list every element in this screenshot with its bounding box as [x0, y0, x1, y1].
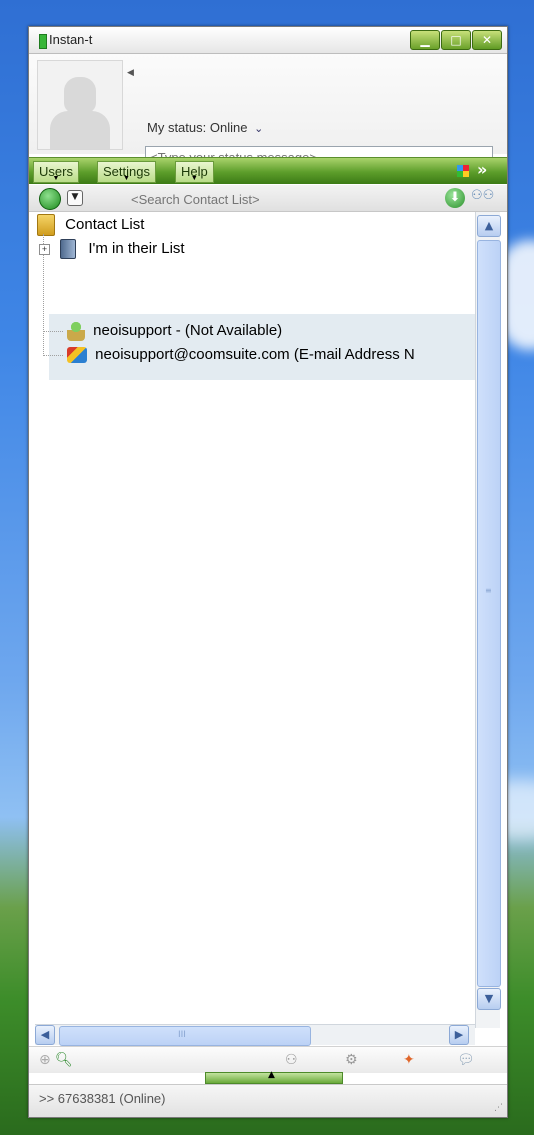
- scroll-right-button[interactable]: ▶: [449, 1025, 469, 1045]
- status-away-icon: [67, 321, 85, 342]
- instant-messenger-window: Instan-t ▁ □ ✕ ◀ My status: Online ⌄ Use…: [28, 26, 508, 1118]
- group-label: I'm in their List: [88, 240, 185, 257]
- status-prefix: My status:: [147, 120, 207, 135]
- bottom-toolbar: ⊕ 🔍︎ ⚇ ⚙ ✦ 💬︎: [29, 1046, 507, 1073]
- contact-row[interactable]: neoisupport - (Not Available): [67, 320, 282, 342]
- contact-label: neoisupport@coomsuite.com (E-mail Addres…: [95, 346, 415, 363]
- window-title: Instan-t: [49, 32, 93, 47]
- panel-splitter[interactable]: ▲: [205, 1070, 343, 1084]
- menu-help[interactable]: Help ▼: [175, 161, 214, 183]
- search-icon[interactable]: 🔍︎: [55, 1050, 73, 1070]
- search-options-dropdown-icon[interactable]: ▼: [67, 190, 83, 206]
- account-status-text: >> 67638381 (Online): [39, 1091, 166, 1106]
- expand-up-icon: ▲: [268, 1070, 275, 1080]
- contact-list-root[interactable]: Contact List: [37, 214, 145, 237]
- menu-settings[interactable]: Settings ▼: [97, 161, 156, 183]
- chat-bubble-icon[interactable]: 💬︎: [457, 1050, 475, 1070]
- tree-group-im-in-their-list[interactable]: + I'm in their List: [39, 238, 185, 260]
- scroll-down-button[interactable]: ▼: [477, 988, 501, 1010]
- menu-bar: Users ▼ Settings ▼ Help ▼ »: [29, 157, 507, 184]
- download-contacts-icon[interactable]: ⬇: [445, 188, 465, 208]
- title-bar[interactable]: Instan-t ▁ □ ✕: [29, 27, 507, 54]
- status-bar: >> 67638381 (Online) ⋰: [29, 1084, 507, 1117]
- horizontal-scrollbar[interactable]: ◀ III ▶: [35, 1024, 475, 1046]
- avatar-body-shape: [50, 111, 110, 149]
- scroll-up-button[interactable]: ▲: [477, 215, 501, 237]
- close-button[interactable]: ✕: [472, 30, 502, 50]
- apps-grid-icon[interactable]: [457, 165, 469, 177]
- menu-users[interactable]: Users ▼: [33, 161, 79, 183]
- collapse-profile-icon[interactable]: ◀: [127, 68, 134, 78]
- contact-group-book-icon: [60, 239, 77, 260]
- scroll-grip-icon: ≡: [485, 586, 492, 595]
- user-status-icon[interactable]: [39, 188, 61, 210]
- msn-butterfly-icon[interactable]: ✦: [403, 1050, 415, 1070]
- scroll-grip-icon: III: [178, 1030, 186, 1040]
- email-contact-icon: [67, 347, 87, 364]
- contact-list-folder-icon: [37, 214, 55, 237]
- maximize-button[interactable]: □: [441, 30, 471, 50]
- avatar-head-shape: [64, 77, 96, 113]
- expand-toggle-icon[interactable]: +: [39, 243, 50, 255]
- vertical-scroll-thumb[interactable]: ≡: [477, 240, 501, 987]
- horizontal-scroll-thumb[interactable]: III: [59, 1026, 311, 1046]
- status-selector[interactable]: My status: Online ⌄: [147, 120, 263, 135]
- scroll-left-button[interactable]: ◀: [35, 1025, 55, 1045]
- contact-label: neoisupport - (Not Available): [93, 322, 283, 339]
- vertical-scrollbar[interactable]: ▲ ≡ ▼: [475, 212, 501, 1028]
- search-input[interactable]: [129, 190, 393, 208]
- status-value: Online: [209, 120, 248, 135]
- resize-grip-icon[interactable]: ⋰: [494, 1103, 503, 1113]
- tree-connector: [43, 355, 63, 356]
- people-icon[interactable]: ⚇: [285, 1050, 298, 1070]
- contact-list-tree: Contact List + I'm in their List neoisup…: [29, 212, 475, 1024]
- view-users-icon[interactable]: ⚇⚇: [471, 188, 501, 208]
- tools-icon[interactable]: ⚙: [345, 1050, 358, 1070]
- chevron-down-icon: ⌄: [254, 123, 264, 135]
- add-contact-icon[interactable]: ⊕: [39, 1050, 51, 1070]
- more-chevron-icon[interactable]: »: [477, 160, 487, 179]
- minimize-button[interactable]: ▁: [410, 30, 440, 50]
- avatar[interactable]: [37, 60, 123, 150]
- profile-panel: ◀ My status: Online ⌄: [29, 54, 507, 170]
- contact-list-root-label: Contact List: [65, 216, 145, 233]
- tree-connector: [43, 331, 63, 332]
- app-icon: [39, 34, 47, 49]
- contact-row[interactable]: neoisupport@coomsuite.com (E-mail Addres…: [67, 344, 415, 366]
- search-bar: ▼ ⬇ ⚇⚇: [29, 185, 507, 212]
